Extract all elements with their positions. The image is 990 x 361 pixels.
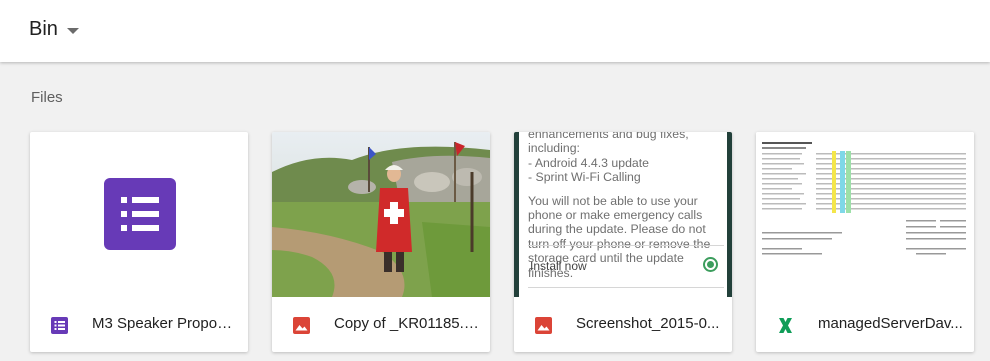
file-thumbnail	[30, 132, 248, 297]
sheets-x-icon	[776, 316, 795, 335]
caret-down-icon	[66, 27, 79, 34]
bin-menu[interactable]: Bin	[29, 18, 79, 41]
image-icon	[292, 316, 311, 335]
file-name: managedServerDav...	[818, 315, 963, 332]
app-header: Bin	[0, 0, 990, 62]
file-name: Copy of _KR01185.JPG	[334, 315, 480, 332]
divider	[528, 245, 724, 246]
preview-text: enhancements and bug fixes, including: -…	[528, 132, 711, 280]
forms-icon	[50, 316, 69, 335]
image-icon	[534, 316, 553, 335]
file-name: M3 Speaker Proposals	[92, 315, 238, 332]
file-card[interactable]: enhancements and bug fixes, including: -…	[514, 132, 732, 352]
photo-thumbnail	[272, 132, 490, 297]
page-title: Bin	[29, 18, 58, 40]
file-card[interactable]: Copy of _KR01185.JPG	[272, 132, 490, 352]
file-thumbnail	[272, 132, 490, 297]
divider	[528, 287, 724, 288]
phone-screenshot-preview: enhancements and bug fixes, including: -…	[514, 132, 732, 297]
file-card[interactable]: managedServerDav...	[756, 132, 974, 352]
radio-selected-icon	[703, 257, 718, 272]
spreadsheet-preview	[756, 132, 974, 297]
file-name: Screenshot_2015-0...	[576, 315, 720, 332]
file-card[interactable]: M3 Speaker Proposals	[30, 132, 248, 352]
file-thumbnail	[756, 132, 974, 297]
forms-icon	[104, 178, 176, 250]
install-now-label: Install now	[530, 259, 587, 273]
section-label: Files	[31, 89, 63, 106]
file-thumbnail: enhancements and bug fixes, including: -…	[514, 132, 732, 297]
